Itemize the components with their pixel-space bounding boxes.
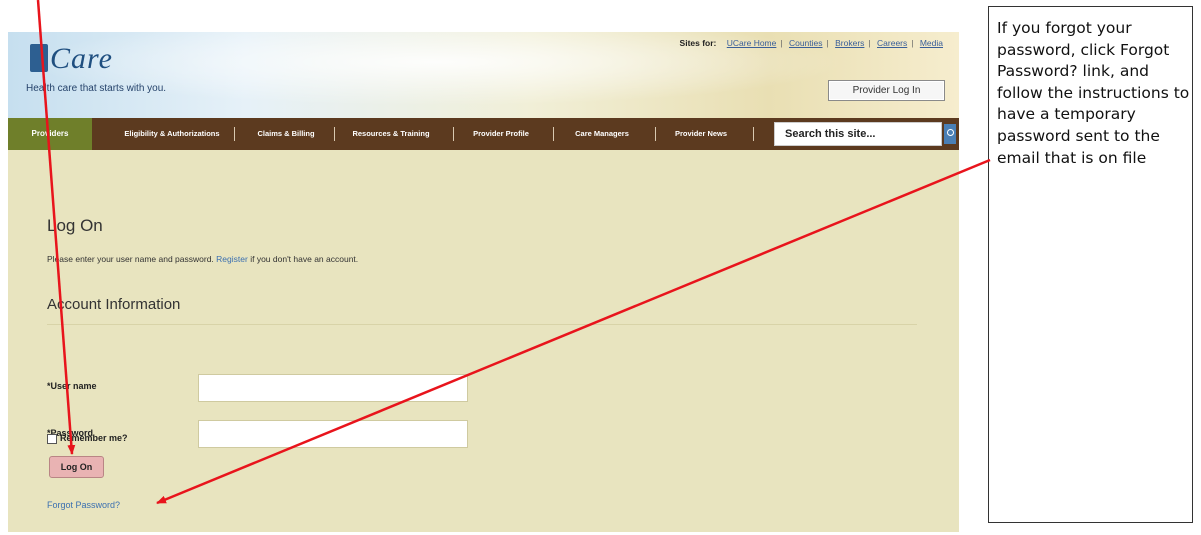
nav-item-eligibility[interactable]: Eligibility & Authorizations (118, 120, 226, 148)
forgot-password-link[interactable]: Forgot Password? (47, 500, 120, 510)
page-title: Log On (47, 216, 103, 235)
nav-item-provider-news[interactable]: Provider News (668, 120, 734, 148)
intro-text-before: Please enter your user name and password… (47, 254, 214, 264)
intro-text-after: if you don't have an account. (250, 254, 359, 264)
nav-item-care-managers[interactable]: Care Managers (568, 120, 636, 148)
ucare-website: Care Health care that starts with you. S… (8, 32, 959, 532)
logon-content: Log On Please enter your user name and p… (8, 150, 959, 532)
remember-me-checkbox[interactable] (47, 434, 57, 444)
section-divider (47, 324, 917, 325)
provider-login-button[interactable]: Provider Log In (828, 80, 945, 101)
nav-item-providers[interactable]: Providers (8, 118, 92, 150)
nav-item-resources[interactable]: Resources & Training (348, 120, 434, 148)
site-link-careers[interactable]: Careers (877, 38, 907, 48)
username-field[interactable] (198, 374, 468, 402)
site-link-brokers[interactable]: Brokers (835, 38, 864, 48)
site-link-ucare-home[interactable]: UCare Home (727, 38, 777, 48)
username-label: *User name (47, 381, 97, 391)
nav-item-provider-profile[interactable]: Provider Profile (468, 120, 534, 148)
remember-me-label: Remember me? (60, 433, 128, 443)
main-nav: Providers Eligibility & Authorizations C… (8, 118, 959, 150)
search-icon[interactable] (944, 124, 956, 144)
intro-text: Please enter your user name and password… (47, 254, 358, 264)
site-header: Care Health care that starts with you. S… (8, 32, 959, 118)
tagline: Health care that starts with you. (26, 83, 167, 94)
site-link-media[interactable]: Media (920, 38, 943, 48)
password-field[interactable] (198, 420, 468, 448)
callout-text: If you forgot your password, click Forgo… (997, 19, 1190, 167)
ucare-logo[interactable]: Care (30, 42, 113, 76)
nav-item-claims[interactable]: Claims & Billing (246, 120, 326, 148)
site-link-counties[interactable]: Counties (789, 38, 823, 48)
account-information-heading: Account Information (47, 296, 181, 313)
sites-for-label: Sites for: (679, 38, 717, 48)
logo-text: Care (50, 42, 113, 75)
sites-for-bar: Sites for: UCare Home | Counties | Brokers… (679, 38, 943, 48)
site-search-input[interactable]: Search this site... (774, 122, 942, 146)
log-on-button[interactable]: Log On (49, 456, 104, 478)
register-link[interactable]: Register (216, 254, 248, 264)
instruction-callout: If you forgot your password, click Forgo… (988, 6, 1193, 523)
logo-u-mark (30, 44, 48, 72)
